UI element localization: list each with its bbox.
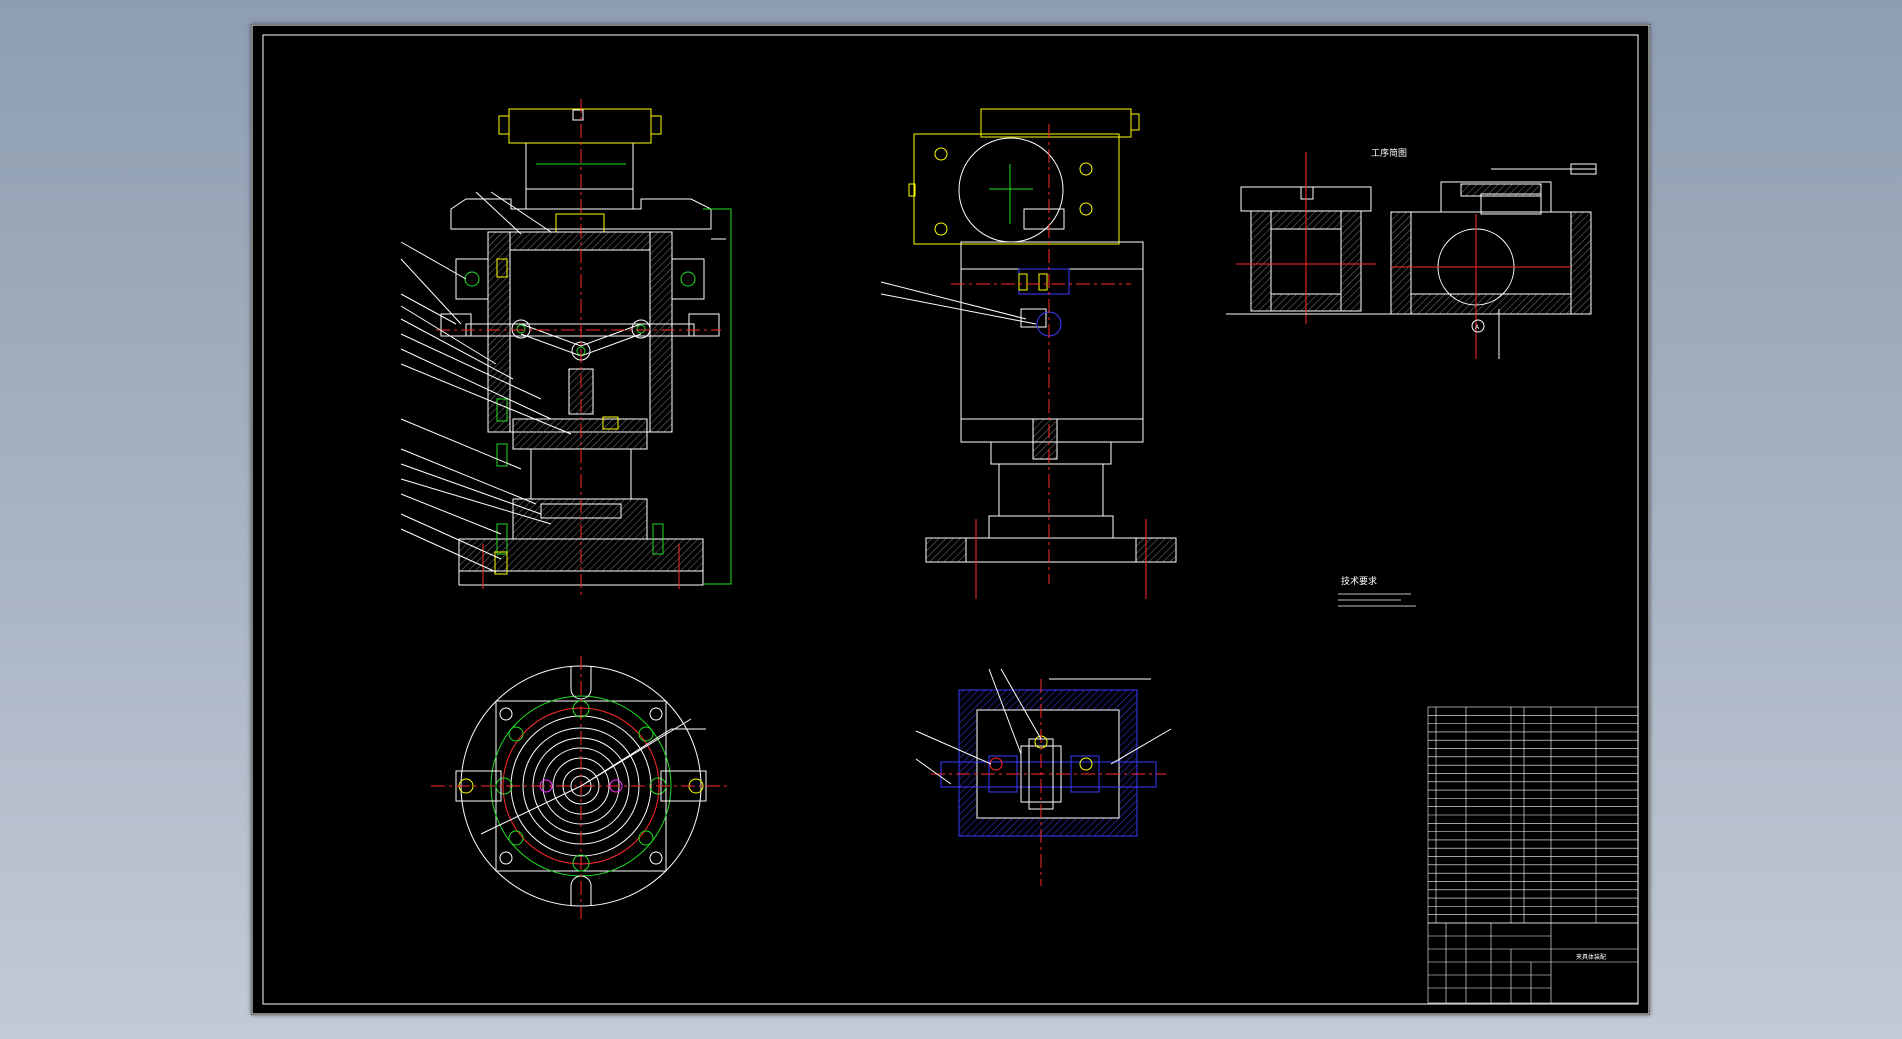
workpiece-sketch: 工序简图 A	[1226, 147, 1597, 359]
viewport: 工序简图 A 技术要求 夹具体装配	[0, 0, 1902, 1039]
technical-requirements: 技术要求	[1338, 575, 1416, 607]
tech-requirements-title: 技术要求	[1341, 575, 1377, 587]
parts-list-table	[1427, 706, 1639, 924]
drawing-sheet[interactable]: 工序简图 A 技术要求 夹具体装配	[251, 24, 1650, 1015]
inner-border	[262, 34, 1639, 1005]
front-section-view	[400, 99, 732, 599]
section-label: A	[1475, 324, 1480, 331]
title-block: 夹具体装配	[1427, 922, 1639, 1004]
table-rows	[1428, 715, 1638, 915]
outer-border	[251, 24, 1650, 1015]
section-detail	[915, 668, 1172, 886]
cad-drawing: 工序简图 A 技术要求 夹具体装配	[251, 24, 1650, 1015]
title-block-name: 夹具体装配	[1576, 953, 1606, 961]
side-view	[880, 108, 1177, 599]
workpiece-view-title: 工序简图	[1371, 147, 1407, 159]
plan-view	[431, 656, 731, 919]
